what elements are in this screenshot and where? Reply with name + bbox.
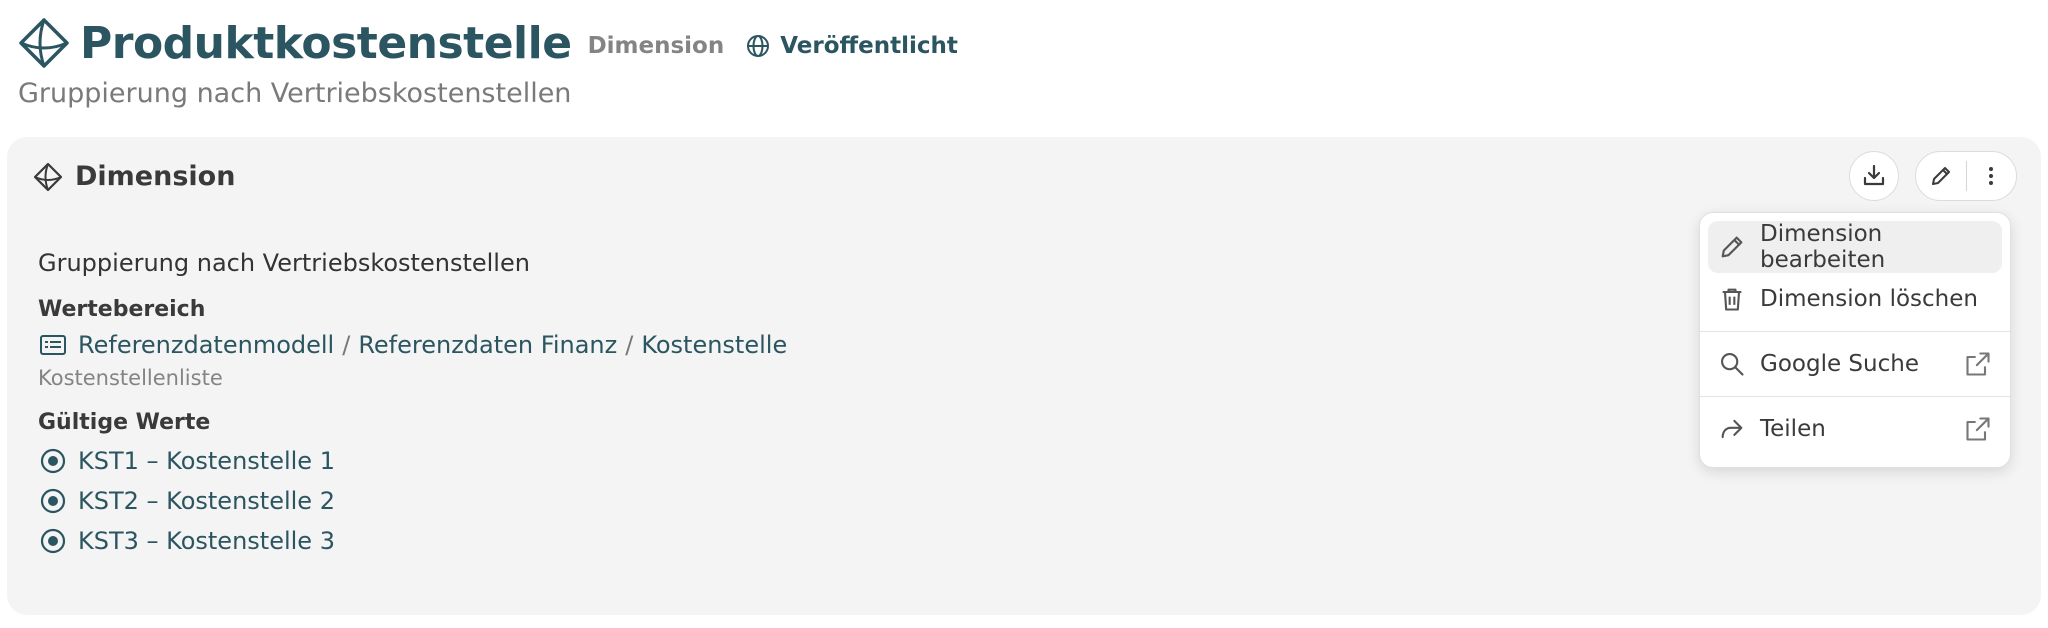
status-label: Veröffentlicht: [780, 33, 958, 59]
page-subtitle: Gruppierung nach Vertriebskostenstellen: [18, 78, 572, 109]
search-icon: [1718, 350, 1746, 378]
globe-icon: [747, 35, 770, 57]
menu-divider: [1700, 331, 2010, 332]
value-label: KST1 – Kostenstelle 1: [78, 447, 335, 475]
external-link-icon: [1964, 350, 1992, 378]
download-button[interactable]: [1849, 151, 1899, 201]
range-path-model[interactable]: Referenzdatenmodell: [78, 331, 334, 359]
pencil-icon: [1718, 233, 1746, 261]
range-label: Wertebereich: [38, 297, 206, 322]
values-list: KST1 – Kostenstelle 1 KST2 – Kostenstell…: [38, 441, 1338, 561]
list-item[interactable]: KST1 – Kostenstelle 1: [38, 441, 1338, 481]
menu-item-google-search[interactable]: Google Suche: [1708, 338, 2002, 390]
path-separator: /: [342, 331, 351, 359]
more-options-button[interactable]: [1967, 152, 2017, 200]
page-title: Produktkostenstelle: [80, 17, 572, 69]
menu-item-share[interactable]: Teilen: [1708, 403, 2002, 455]
radio-dot-icon: [38, 486, 68, 516]
range-link: Referenzdatenmodell / Referenzdaten Fina…: [38, 330, 1338, 360]
share-icon: [1718, 415, 1746, 443]
list-icon: [38, 330, 68, 360]
menu-item-delete[interactable]: Dimension löschen: [1708, 273, 2002, 325]
edit-more-group: [1915, 151, 2017, 201]
card-title: Dimension: [75, 161, 236, 192]
diamond-icon: [33, 162, 63, 192]
status-badge: Veröffentlicht: [746, 33, 958, 59]
path-separator: /: [625, 331, 634, 359]
list-item[interactable]: KST3 – Kostenstelle 3: [38, 521, 1338, 561]
external-link-icon: [1964, 415, 1992, 443]
menu-item-label: Dimension löschen: [1760, 286, 1978, 312]
menu-item-label: Dimension bearbeiten: [1760, 221, 1886, 273]
range-path-domain[interactable]: Referenzdaten Finanz: [358, 331, 617, 359]
values-label: Gültige Werte: [38, 410, 211, 435]
page-header: Produktkostenstelle Dimension Veröffentl…: [18, 14, 1418, 110]
more-options-menu: Dimension bearbeiten Dimension löschen G…: [1699, 212, 2011, 468]
pencil-icon: [1931, 167, 1950, 185]
card-header: Dimension: [33, 161, 235, 192]
range-path-entity[interactable]: Kostenstelle: [641, 331, 787, 359]
menu-item-edit[interactable]: Dimension bearbeiten: [1708, 221, 2002, 273]
radio-dot-icon: [38, 526, 68, 556]
menu-item-label: Teilen: [1760, 416, 1826, 442]
diamond-icon: [18, 17, 70, 69]
edit-button[interactable]: [1916, 152, 1966, 200]
value-label: KST2 – Kostenstelle 2: [78, 487, 335, 515]
page-kind-label: Dimension: [587, 33, 725, 59]
more-vertical-icon: [1989, 167, 1994, 185]
menu-divider: [1700, 396, 2010, 397]
dimension-description: Gruppierung nach Vertriebskostenstellen: [38, 249, 530, 277]
card-body: Gruppierung nach Vertriebskostenstellen …: [38, 249, 1338, 561]
range-note: Kostenstellenliste: [38, 366, 223, 390]
title-row: Produktkostenstelle Dimension Veröffentl…: [18, 14, 1418, 72]
card-actions: [1849, 151, 2017, 201]
radio-dot-icon: [38, 446, 68, 476]
download-icon: [1863, 164, 1885, 186]
trash-icon: [1718, 285, 1746, 313]
list-item[interactable]: KST2 – Kostenstelle 2: [38, 481, 1338, 521]
menu-item-label: Google Suche: [1760, 351, 1919, 377]
value-label: KST3 – Kostenstelle 3: [78, 527, 335, 555]
